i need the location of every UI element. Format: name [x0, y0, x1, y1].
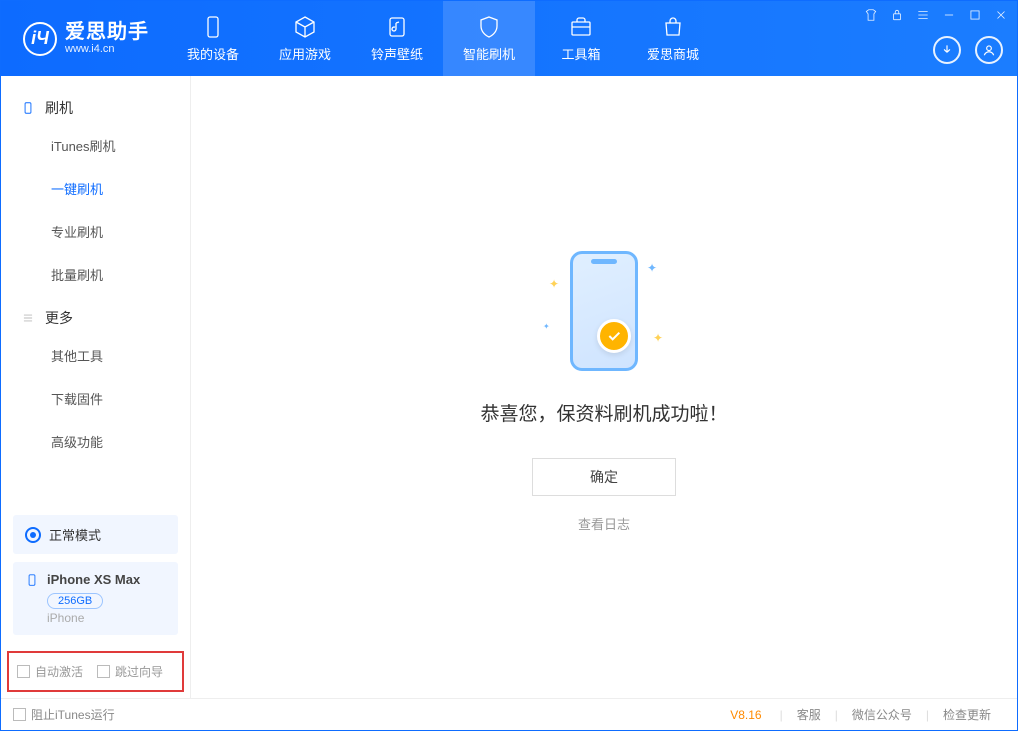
music-icon	[384, 14, 410, 40]
bag-icon	[660, 14, 686, 40]
sidebar-item-pro[interactable]: 专业刷机	[1, 210, 190, 253]
device-icon	[25, 573, 39, 587]
sidebar-item-advanced[interactable]: 高级功能	[1, 420, 190, 463]
auto-activate-checkbox[interactable]: 自动激活	[17, 663, 83, 680]
tshirt-icon[interactable]	[863, 7, 879, 23]
skip-guide-checkbox[interactable]: 跳过向导	[97, 663, 163, 680]
nav-apps[interactable]: 应用游戏	[259, 1, 351, 76]
nav-ringtones[interactable]: 铃声壁纸	[351, 1, 443, 76]
sidebar-group-more: 更多	[1, 296, 190, 334]
checkbox-icon	[13, 708, 26, 721]
device-type: iPhone	[47, 611, 166, 625]
sidebar-group-flash: 刷机	[1, 86, 190, 124]
device-capacity: 256GB	[47, 593, 103, 609]
mode-label: 正常模式	[49, 525, 101, 544]
close-icon[interactable]	[993, 7, 1009, 23]
sparkle-icon: ✦	[647, 261, 657, 275]
lock-icon[interactable]	[889, 7, 905, 23]
block-itunes-checkbox[interactable]: 阻止iTunes运行	[13, 706, 115, 723]
phone-icon	[200, 14, 226, 40]
nav-store[interactable]: 爱思商城	[627, 1, 719, 76]
sidebar: 刷机 iTunes刷机 一键刷机 专业刷机 批量刷机 更多 其他工具 下载固件 …	[1, 76, 191, 698]
version-label: V8.16	[730, 708, 761, 722]
sidebar-item-oneclick[interactable]: 一键刷机	[1, 167, 190, 210]
device-card[interactable]: iPhone XS Max 256GB iPhone	[13, 562, 178, 635]
success-illustration: ✦ ✦ ✦ ✦	[539, 241, 669, 381]
view-log-link[interactable]: 查看日志	[578, 514, 630, 533]
nav-toolbox[interactable]: 工具箱	[535, 1, 627, 76]
sidebar-item-other[interactable]: 其他工具	[1, 334, 190, 377]
checkbox-icon	[97, 665, 110, 678]
download-icon[interactable]	[933, 36, 961, 64]
sparkle-icon: ✦	[549, 277, 559, 291]
logo: iЧ 爱思助手 www.i4.cn	[1, 21, 167, 55]
mode-indicator[interactable]: 正常模式	[13, 515, 178, 554]
header-actions	[933, 36, 1003, 64]
success-message: 恭喜您，保资料刷机成功啦！	[480, 399, 727, 426]
device-name: iPhone XS Max	[47, 572, 140, 587]
user-icon[interactable]	[975, 36, 1003, 64]
mode-dot-icon	[25, 527, 41, 543]
cube-icon	[292, 14, 318, 40]
shield-icon	[476, 14, 502, 40]
status-bar: 阻止iTunes运行 V8.16 | 客服 | 微信公众号 | 检查更新	[1, 698, 1017, 730]
title-bar: iЧ 爱思助手 www.i4.cn 我的设备 应用游戏 铃声壁纸 智能刷机 工具…	[1, 1, 1017, 76]
logo-icon: iЧ	[23, 22, 57, 56]
maximize-icon[interactable]	[967, 7, 983, 23]
activation-options: 自动激活 跳过向导	[7, 651, 184, 692]
wechat-link[interactable]: 微信公众号	[838, 706, 926, 723]
list-icon	[21, 311, 35, 325]
minimize-icon[interactable]	[941, 7, 957, 23]
sidebar-item-itunes[interactable]: iTunes刷机	[1, 124, 190, 167]
main-nav: 我的设备 应用游戏 铃声壁纸 智能刷机 工具箱 爱思商城	[167, 1, 719, 76]
sidebar-item-batch[interactable]: 批量刷机	[1, 253, 190, 296]
check-update-link[interactable]: 检查更新	[929, 706, 1005, 723]
sparkle-icon: ✦	[653, 331, 663, 345]
ok-button[interactable]: 确定	[532, 458, 676, 496]
checkbox-icon	[17, 665, 30, 678]
nav-flash[interactable]: 智能刷机	[443, 1, 535, 76]
check-badge-icon	[597, 319, 631, 353]
phone-outline-icon	[21, 101, 35, 115]
menu-icon[interactable]	[915, 7, 931, 23]
briefcase-icon	[568, 14, 594, 40]
sparkle-icon: ✦	[543, 322, 550, 331]
support-link[interactable]: 客服	[783, 706, 835, 723]
app-title: 爱思助手	[65, 21, 149, 43]
sidebar-item-firmware[interactable]: 下载固件	[1, 377, 190, 420]
main-content: ✦ ✦ ✦ ✦ 恭喜您，保资料刷机成功啦！ 确定 查看日志	[191, 76, 1017, 698]
nav-my-device[interactable]: 我的设备	[167, 1, 259, 76]
phone-graphic	[570, 251, 638, 371]
window-controls	[863, 7, 1009, 23]
app-subtitle: www.i4.cn	[65, 43, 149, 55]
